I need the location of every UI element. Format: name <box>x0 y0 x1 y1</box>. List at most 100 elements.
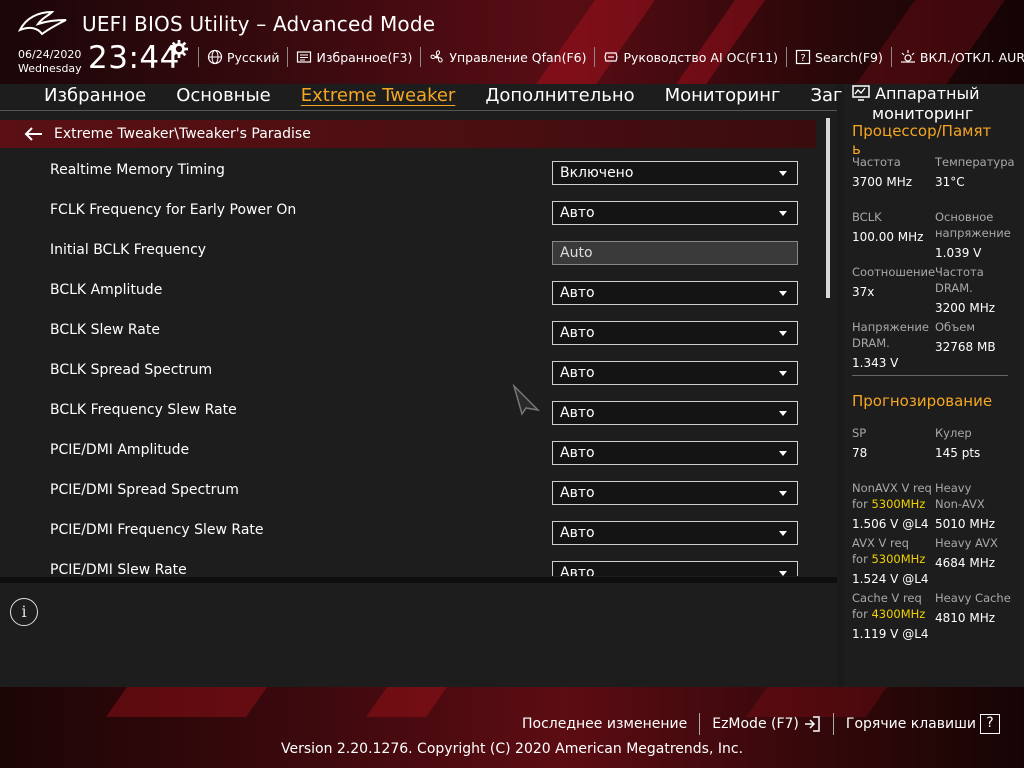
monitor-divider <box>852 375 1008 376</box>
setting-value: Авто <box>560 485 595 501</box>
tab-main[interactable]: Основные <box>161 84 286 110</box>
setting-row[interactable]: BCLK Slew Rate Авто <box>0 314 816 354</box>
setting-value: Авто <box>560 525 595 541</box>
cache-value: 1.119 V @L4 <box>852 627 929 641</box>
last-modified-label: Последнее изменение <box>522 716 688 732</box>
mouse-cursor-icon <box>512 384 540 416</box>
tab-extreme-tweaker[interactable]: Extreme Tweaker <box>286 84 471 110</box>
dram-freq-label-1: Частота <box>935 265 984 279</box>
setting-dropdown[interactable]: Авто <box>552 481 798 505</box>
help-info-area: i <box>0 583 837 687</box>
cache-for-text: for <box>852 607 872 621</box>
back-arrow-icon[interactable] <box>24 126 44 142</box>
footer-links: Последнее изменение EzMode (F7) Горячие … <box>510 713 1012 735</box>
setting-row[interactable]: BCLK Amplitude Авто <box>0 274 816 314</box>
svg-text:?: ? <box>800 53 805 64</box>
setting-row[interactable]: BCLK Frequency Slew Rate Авто <box>0 394 816 434</box>
search-button[interactable]: ? Search(F9) <box>786 47 891 67</box>
nonavx-for-label: for 5300MHz <box>852 496 925 512</box>
setting-dropdown[interactable]: Авто <box>552 201 798 225</box>
temp-label: Температура <box>935 155 1015 169</box>
setting-dropdown[interactable]: Авто <box>552 441 798 465</box>
nonavx-for-text: for <box>852 497 872 511</box>
aura-label: ВКЛ./ОТКЛ. AURA(F4) <box>919 49 1024 65</box>
tab-advanced[interactable]: Дополнительно <box>470 84 649 110</box>
setting-label: PCIE/DMI Slew Rate <box>50 562 187 576</box>
freq-value: 3700 MHz <box>852 175 913 189</box>
dropdown-arrow-icon <box>779 451 787 456</box>
setting-row[interactable]: BCLK Spread Spectrum Авто <box>0 354 816 394</box>
setting-dropdown[interactable]: Авто <box>552 401 798 425</box>
top-header: UEFI BIOS Utility – Advanced Mode 06/24/… <box>0 0 1024 84</box>
ratio-value: 37x <box>852 285 875 299</box>
last-modified-button[interactable]: Последнее изменение <box>510 713 699 735</box>
ai-oc-label: Руководство AI OC(F11) <box>623 49 779 65</box>
setting-row[interactable]: PCIE/DMI Amplitude Авто <box>0 434 816 474</box>
setting-dropdown[interactable]: Авто <box>552 521 798 545</box>
dropdown-arrow-icon <box>779 491 787 496</box>
aura-icon <box>900 50 915 63</box>
main-panel: Избранное Основные Extreme Tweaker Допол… <box>0 84 854 577</box>
setting-row[interactable]: Initial BCLK Frequency Auto <box>0 234 816 274</box>
ezmode-button[interactable]: EzMode (F7) <box>699 713 833 735</box>
core-voltage-value: 1.039 V <box>935 246 982 260</box>
setting-label: BCLK Slew Rate <box>50 322 160 338</box>
qfan-label: Управление Qfan(F6) <box>449 49 587 65</box>
tab-divider <box>0 110 837 111</box>
setting-value: Авто <box>560 405 595 421</box>
tab-monitor[interactable]: Мониторинг <box>650 84 796 110</box>
bclk-value: 100.00 MHz <box>852 230 924 244</box>
setting-row[interactable]: PCIE/DMI Slew Rate Авто <box>0 554 816 576</box>
monitor-title: Аппаратный мониторинг <box>852 84 1022 124</box>
dram-freq-label-2: DRAM. <box>935 281 973 295</box>
dram-voltage-label-1: Напряжение <box>852 320 929 334</box>
ezmode-label: EzMode (F7) <box>712 716 799 732</box>
dropdown-arrow-icon <box>779 531 787 536</box>
heavy-avx-value: 4684 MHz <box>935 556 996 570</box>
cache-label: Cache V req <box>852 591 922 605</box>
tab-favorites[interactable]: Избранное <box>0 84 161 110</box>
setting-label: BCLK Amplitude <box>50 282 163 298</box>
setting-label: Realtime Memory Timing <box>50 162 225 178</box>
setting-value: Авто <box>560 445 595 461</box>
setting-field[interactable]: Auto <box>552 241 798 265</box>
setting-dropdown[interactable]: Авто <box>552 281 798 305</box>
gear-icon[interactable] <box>170 40 188 58</box>
rog-logo-icon <box>18 10 67 36</box>
heavy-cache-value: 4810 MHz <box>935 611 996 625</box>
language-button[interactable]: Русский <box>198 47 287 67</box>
setting-row[interactable]: PCIE/DMI Frequency Slew Rate Авто <box>0 514 816 554</box>
date-text: 06/24/2020 <box>18 48 82 61</box>
dropdown-arrow-icon <box>779 171 787 176</box>
setting-dropdown[interactable]: Авто <box>552 321 798 345</box>
capacity-label: Объем <box>935 320 976 334</box>
ai-oc-icon <box>604 52 619 62</box>
core-voltage-label-1: Основное <box>935 210 994 224</box>
hotkeys-button[interactable]: Горячие клавиши ? <box>832 713 1012 735</box>
ai-oc-guide-button[interactable]: Руководство AI OC(F11) <box>594 47 786 67</box>
setting-label: BCLK Spread Spectrum <box>50 362 213 378</box>
dram-voltage-value: 1.343 V <box>852 356 899 370</box>
breadcrumb: Extreme Tweaker\Tweaker's Paradise <box>0 120 816 148</box>
qfan-button[interactable]: Управление Qfan(F6) <box>420 47 594 67</box>
setting-value: Auto <box>560 245 593 261</box>
setting-row[interactable]: Realtime Memory Timing Включено <box>0 154 816 194</box>
setting-value: Авто <box>560 365 595 381</box>
setting-row[interactable]: FCLK Frequency for Early Power On Авто <box>0 194 816 234</box>
monitor-title-line1: Аппаратный <box>875 84 980 103</box>
setting-dropdown[interactable]: Включено <box>552 161 798 185</box>
scrollbar[interactable] <box>826 118 830 298</box>
setting-row[interactable]: PCIE/DMI Spread Spectrum Авто <box>0 474 816 514</box>
temp-value: 31°C <box>935 175 965 189</box>
exit-arrow-icon <box>804 716 820 732</box>
dropdown-arrow-icon <box>779 331 787 336</box>
core-voltage-label-2: напряжение <box>935 226 1011 240</box>
setting-dropdown[interactable]: Авто <box>552 361 798 385</box>
favorites-button[interactable]: Избранное(F3) <box>287 47 420 67</box>
weekday-text: Wednesday <box>18 62 82 75</box>
cpu-section-line1: Процессор/Памят <box>852 122 992 140</box>
setting-dropdown[interactable]: Авто <box>552 561 798 576</box>
setting-label: FCLK Frequency for Early Power On <box>50 202 297 218</box>
app-title: UEFI BIOS Utility – Advanced Mode <box>82 12 436 36</box>
aura-button[interactable]: ВКЛ./ОТКЛ. AURA(F4) <box>890 47 1024 67</box>
